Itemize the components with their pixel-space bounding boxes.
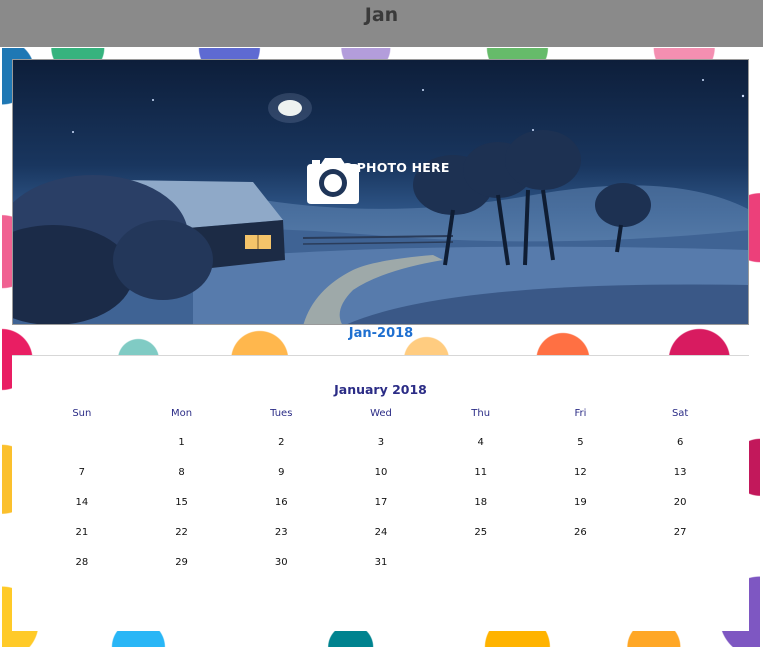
day-cell	[431, 544, 531, 574]
day-cell: 9	[278, 467, 285, 478]
weekday-header-thu: Thu	[471, 408, 491, 419]
day-cell: 28	[75, 557, 89, 568]
drag-photo-dropzone[interactable]: DRAG PHOTO HERE	[303, 156, 458, 236]
page-title: Jan	[364, 4, 399, 26]
day-cell: 11	[474, 467, 488, 478]
day-cell: 31	[374, 557, 388, 568]
day-cell: 22	[175, 527, 188, 538]
day-cell: 4	[477, 437, 484, 448]
day-cell: 8	[178, 467, 185, 478]
day-cell: 21	[75, 527, 89, 538]
day-cell: 25	[474, 527, 488, 538]
photo-area[interactable]: DRAG PHOTO HERE	[12, 59, 749, 325]
day-cell: 12	[574, 467, 587, 478]
day-cell	[630, 544, 730, 574]
day-cell: 30	[274, 557, 288, 568]
calendar-grid: Sun Mon Tues Wed Thu Fri Sat 1 2 3 4 5 6…	[32, 408, 730, 574]
weekday-header-fri: Fri	[574, 408, 587, 419]
day-cell: 1	[178, 437, 185, 448]
day-cell: 7	[78, 467, 86, 478]
day-cell: 24	[374, 527, 388, 538]
calendar-title: January 2018	[334, 382, 427, 397]
day-cell: 14	[75, 497, 89, 508]
weekday-header-sat: Sat	[671, 408, 689, 419]
day-cell: 23	[274, 527, 288, 538]
calendar-card: January 2018 Sun Mon Tues Wed Thu Fri Sa…	[12, 355, 749, 631]
top-bar: Jan	[0, 0, 763, 47]
day-cell: 29	[175, 557, 188, 568]
day-cell: 6	[676, 437, 684, 448]
weekday-header-mon: Mon	[171, 408, 193, 419]
weekday-header-sun: Sun	[72, 408, 92, 419]
day-cell: 5	[577, 437, 584, 448]
camera-icon	[307, 158, 359, 204]
month-year-caption: Jan-2018	[348, 326, 414, 341]
day-cell: 10	[374, 467, 388, 478]
day-cell: 16	[274, 497, 288, 508]
day-cell: 13	[673, 467, 687, 478]
day-cell: 26	[574, 527, 587, 538]
day-cell	[531, 544, 631, 574]
weekday-header-wed: Wed	[370, 408, 392, 419]
calendar-page: DRAG PHOTO HERE Jan-2018 January 2018 Su…	[2, 48, 760, 647]
day-cell: 15	[175, 497, 188, 508]
weekday-header-tue: Tues	[270, 408, 293, 419]
day-cell: 3	[377, 437, 385, 448]
day-cell: 2	[278, 437, 285, 448]
day-cell: 19	[574, 497, 587, 508]
day-cell: 17	[374, 497, 388, 508]
day-cell: 18	[474, 497, 488, 508]
day-cell: 20	[673, 497, 687, 508]
day-cell: 27	[673, 527, 687, 538]
day-cell	[32, 424, 132, 454]
